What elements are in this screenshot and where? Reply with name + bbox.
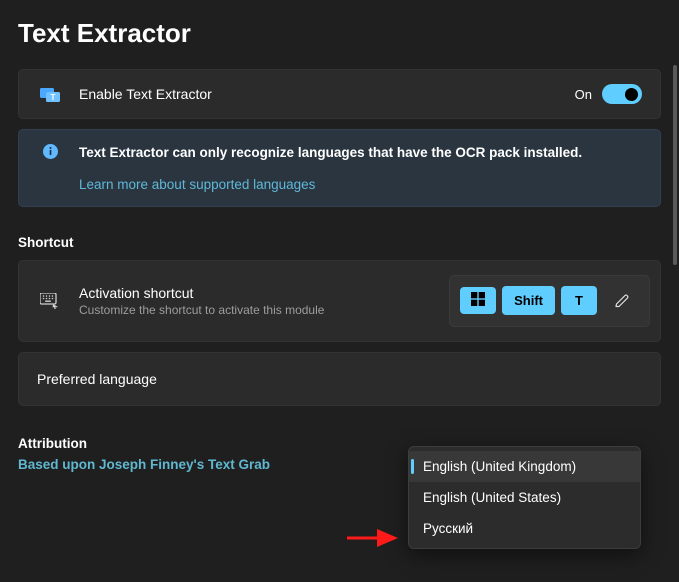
dropdown-item-en-us[interactable]: English (United States) xyxy=(409,482,640,513)
toggle-knob xyxy=(625,88,638,101)
annotation-arrow xyxy=(345,526,405,550)
win-key xyxy=(460,287,496,314)
pencil-icon xyxy=(614,293,630,309)
dropdown-item-ru[interactable]: Русский xyxy=(409,513,640,544)
dropdown-item-en-uk[interactable]: English (United Kingdom) xyxy=(409,451,640,482)
enable-toggle[interactable] xyxy=(602,84,642,104)
shift-key: Shift xyxy=(502,286,555,315)
info-card: Text Extractor can only recognize langua… xyxy=(18,129,661,207)
enable-card: T Enable Text Extractor On xyxy=(18,69,661,119)
preferred-language-label: Preferred language xyxy=(37,371,642,387)
shortcut-subtitle: Customize the shortcut to activate this … xyxy=(79,303,449,317)
page-title: Text Extractor xyxy=(18,18,661,49)
enable-label: Enable Text Extractor xyxy=(79,86,575,102)
windows-icon xyxy=(471,292,485,306)
shortcut-card: Activation shortcut Customize the shortc… xyxy=(18,260,661,342)
edit-shortcut-button[interactable] xyxy=(605,284,639,318)
info-text: Text Extractor can only recognize langua… xyxy=(79,144,582,163)
shortcut-keys: Shift T xyxy=(449,275,650,327)
language-dropdown[interactable]: English (United Kingdom) English (United… xyxy=(408,446,641,549)
keyboard-icon xyxy=(37,293,63,309)
toggle-state-label: On xyxy=(575,87,592,102)
letter-key: T xyxy=(561,286,597,315)
scrollbar[interactable] xyxy=(673,65,677,265)
shortcut-section-label: Shortcut xyxy=(18,235,661,250)
preferred-language-card[interactable]: Preferred language xyxy=(18,352,661,406)
info-icon xyxy=(37,144,63,159)
shortcut-title: Activation shortcut xyxy=(79,285,449,301)
svg-text:T: T xyxy=(51,93,56,102)
info-link[interactable]: Learn more about supported languages xyxy=(79,177,642,192)
text-extractor-icon: T xyxy=(37,86,63,102)
